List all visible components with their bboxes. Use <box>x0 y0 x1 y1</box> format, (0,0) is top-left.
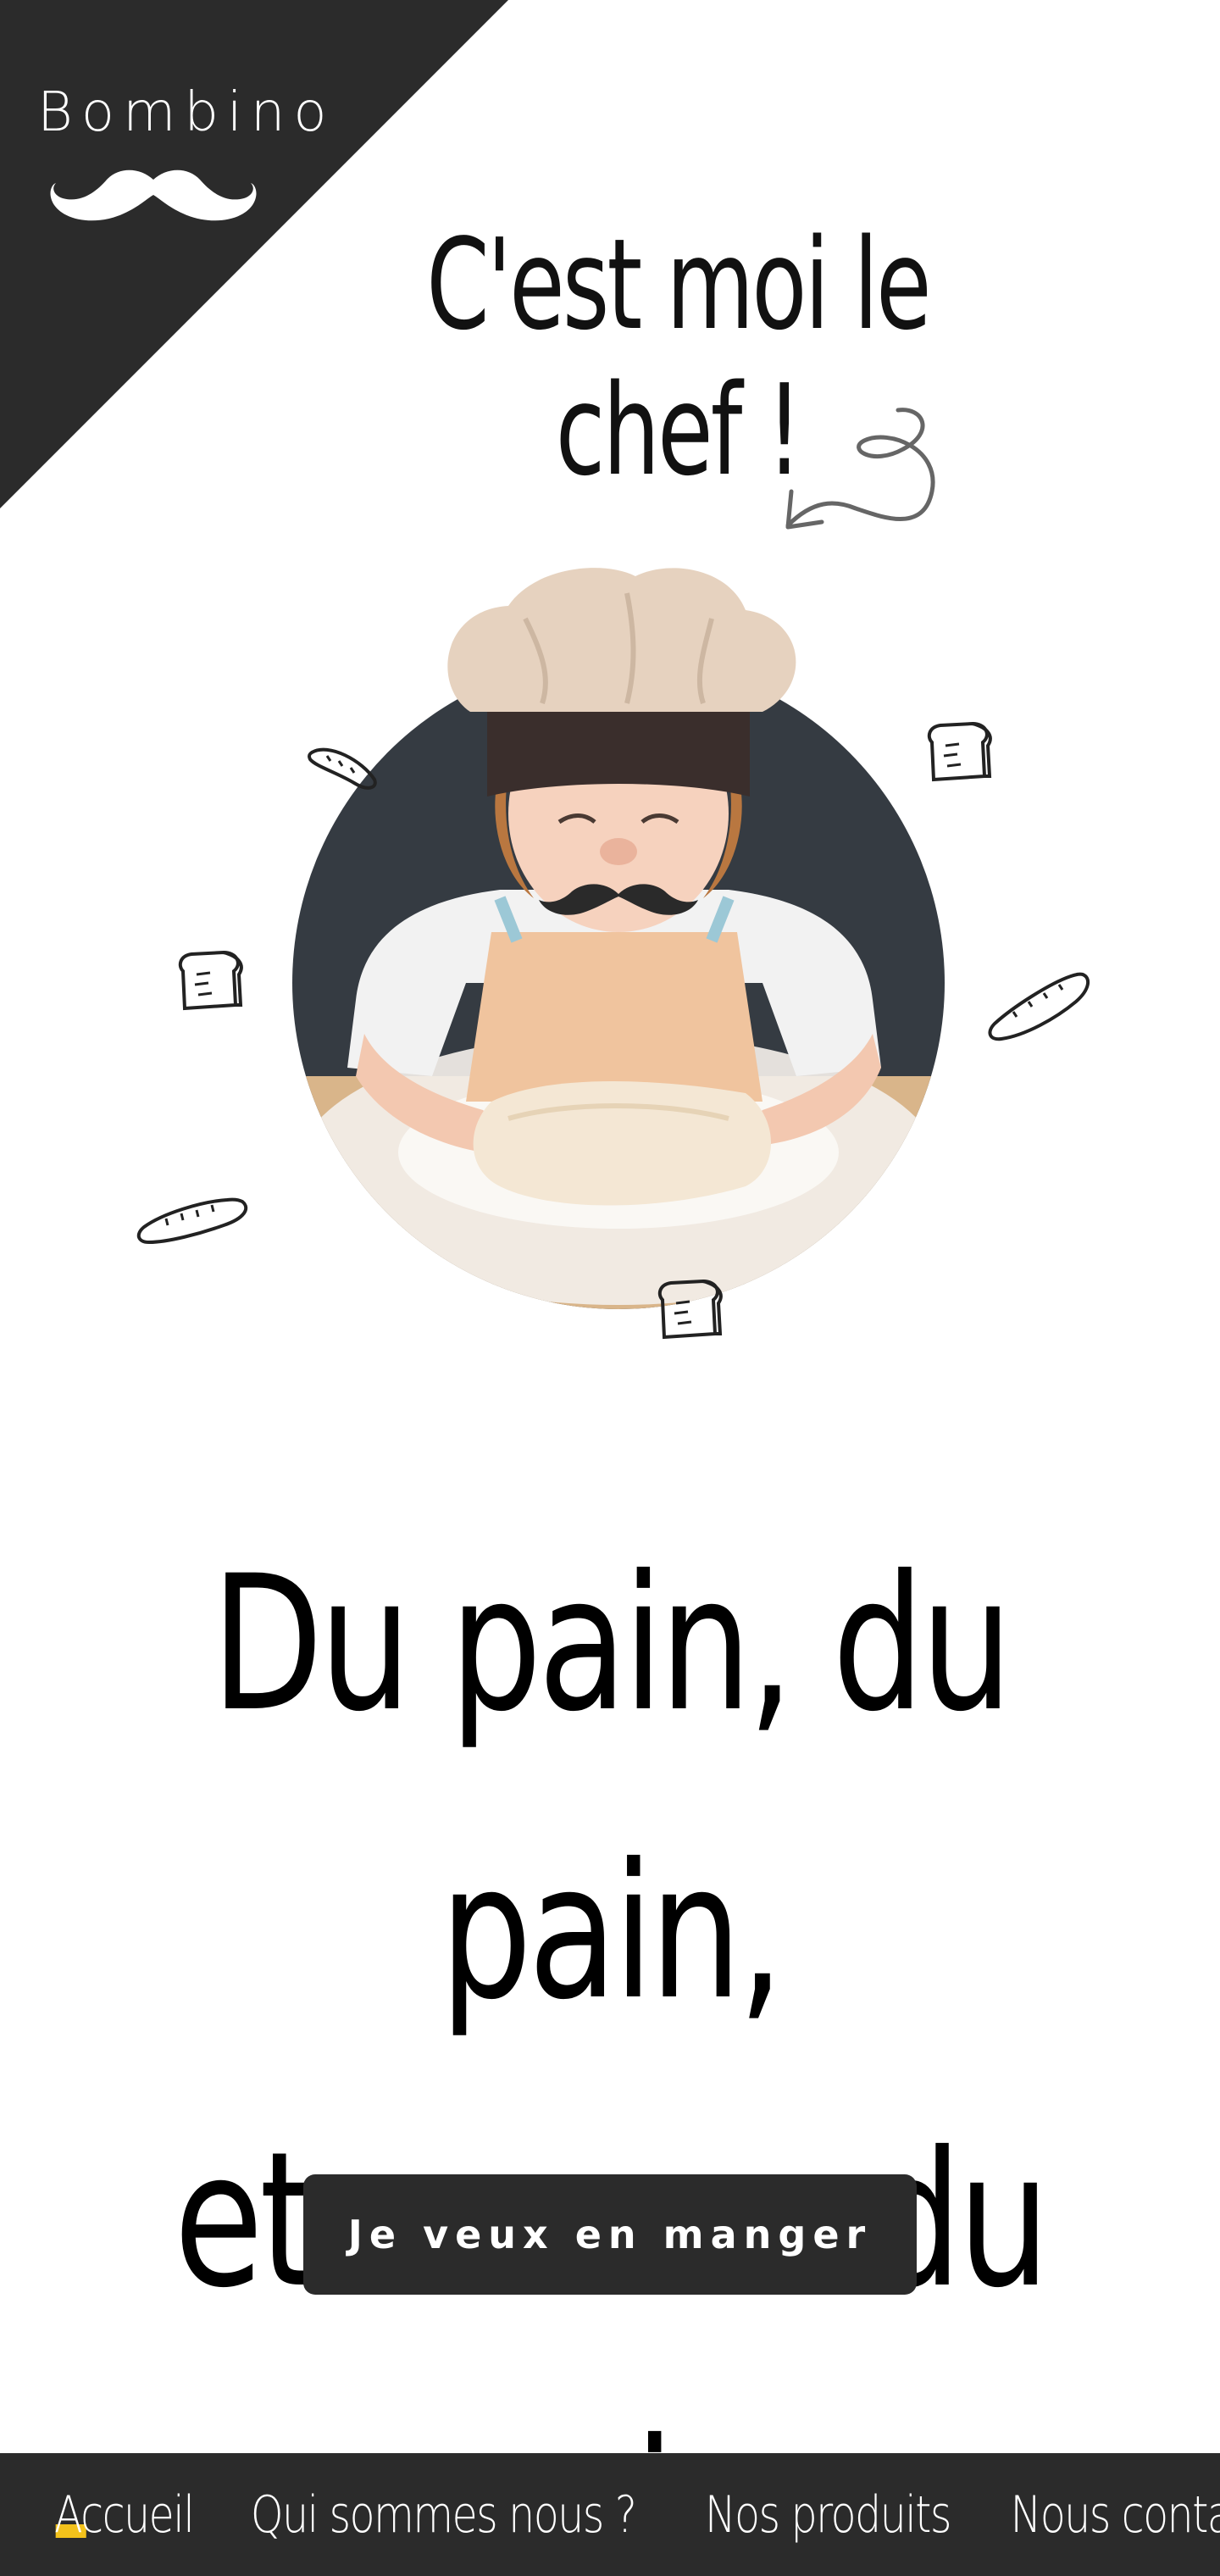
child-baker-photo <box>288 559 949 1322</box>
bread-slice-doodle-icon <box>178 950 243 1011</box>
nav-item-accueil[interactable]: Accueil <box>54 2485 195 2545</box>
baguette-doodle-icon <box>988 972 1090 1041</box>
baguette-doodle-icon <box>307 747 377 790</box>
nav-item-nous-contacter[interactable]: Nous contacter <box>1010 2485 1220 2545</box>
order-bread-button[interactable]: Je veux en manger <box>303 2174 917 2295</box>
bottom-navigation: Accueil Qui sommes nous ? Nos produits N… <box>0 2453 1220 2576</box>
tagline-line-1: Du pain, du pain, <box>211 1535 1012 2040</box>
bread-slice-doodle-icon <box>657 1279 723 1340</box>
baguette-doodle-icon <box>136 1197 248 1245</box>
mustache-logo-icon <box>50 169 257 221</box>
nav-item-qui-sommes-nous[interactable]: Qui sommes nous ? <box>251 2485 637 2545</box>
nav-item-nos-produits[interactable]: Nos produits <box>705 2485 952 2545</box>
homepage: Bombino C'est moi le chef ! Du pain, du … <box>0 0 1220 2576</box>
tagline: Du pain, du pain, et encore du pain <box>134 1500 1085 2576</box>
bread-slice-doodle-icon <box>927 721 992 782</box>
brand-name[interactable]: Bombino <box>37 81 327 144</box>
